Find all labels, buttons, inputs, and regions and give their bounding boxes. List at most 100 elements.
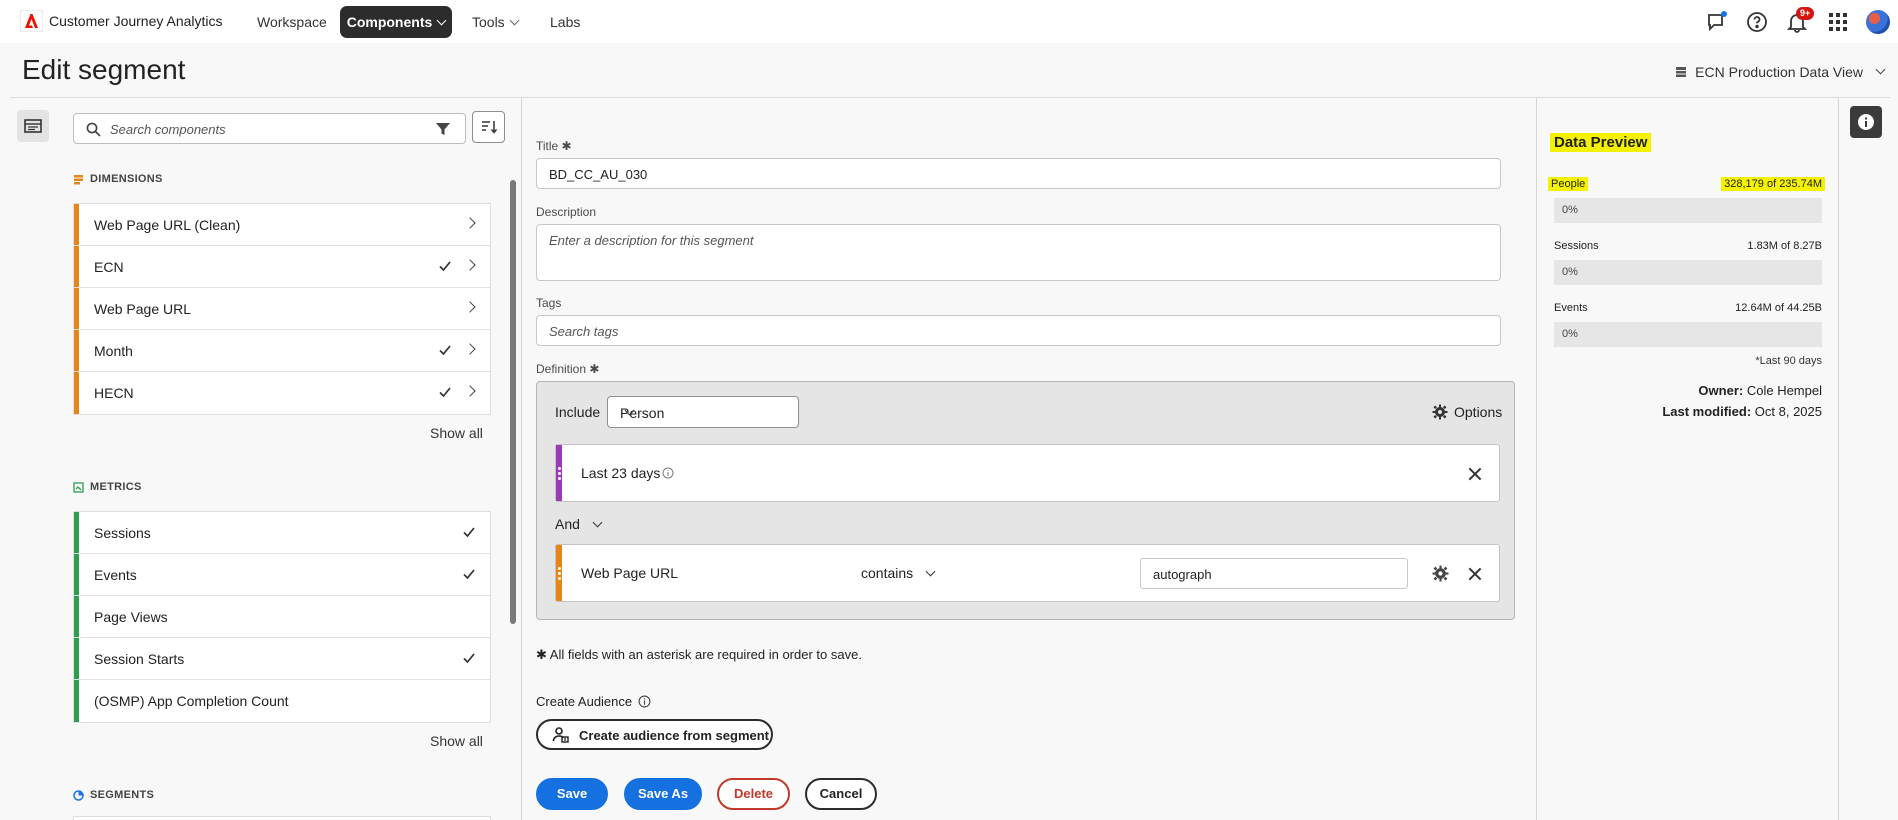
list-item[interactable]: (OSMP) App Completion Count <box>74 680 490 722</box>
rule-dimension: Web Page URL <box>581 565 679 581</box>
segments-heading-text: SEGMENTS <box>90 789 155 801</box>
rule-value: autograph <box>1153 567 1212 582</box>
segment-icon <box>73 789 84 801</box>
nav-tools-label: Tools <box>472 14 505 30</box>
metric-bar-sessions: 0% <box>1554 260 1822 285</box>
metric-label-people: People <box>1548 177 1589 191</box>
data-view-selector[interactable]: ECN Production Data View <box>1675 64 1886 80</box>
metric-percent: 0% <box>1562 328 1578 340</box>
info-icon[interactable] <box>662 467 674 479</box>
and-operator-label: And <box>555 516 580 532</box>
chevron-right-icon[interactable] <box>464 217 476 229</box>
metric-value-events: 12.64M of 44.25B <box>1735 302 1822 314</box>
list-item-label: Month <box>94 343 133 359</box>
gear-icon <box>1432 404 1448 420</box>
search-placeholder: Search components <box>110 122 226 137</box>
drag-handle[interactable] <box>556 445 562 501</box>
list-item[interactable]: ECN <box>74 246 490 288</box>
panel-divider <box>1838 98 1839 820</box>
metric-value-people: 328,179 of 235.74M <box>1721 177 1825 191</box>
metrics-list: Sessions Events Page Views Session Start… <box>73 511 491 723</box>
delete-button[interactable]: Delete <box>717 778 790 810</box>
gear-icon[interactable] <box>1432 565 1449 582</box>
metrics-show-all[interactable]: Show all <box>430 733 483 749</box>
list-item-label: Sessions <box>94 525 151 541</box>
metric-color-bar <box>74 596 79 637</box>
list-item[interactable]: HECN <box>74 372 490 414</box>
sort-button[interactable] <box>472 111 505 143</box>
user-avatar[interactable] <box>1866 10 1890 34</box>
cancel-button[interactable]: Cancel <box>805 778 877 810</box>
metric-label-sessions: Sessions <box>1554 240 1599 252</box>
dimensions-show-all[interactable]: Show all <box>430 425 483 441</box>
date-range-rule[interactable]: Last 23 days <box>555 444 1500 502</box>
metrics-heading: METRICS <box>73 481 142 493</box>
metric-color-bar <box>74 638 79 679</box>
info-icon <box>1858 114 1874 130</box>
options-button[interactable]: Options <box>1432 404 1502 420</box>
title-value: BD_CC_AU_030 <box>549 167 648 182</box>
save-as-button[interactable]: Save As <box>624 778 702 810</box>
app-name[interactable]: Customer Journey Analytics <box>49 13 223 29</box>
save-button[interactable]: Save <box>536 778 608 810</box>
panel-divider <box>1536 98 1537 820</box>
description-textarea[interactable]: Enter a description for this segment <box>536 224 1501 281</box>
create-audience-button[interactable]: Create audience from segment <box>536 719 773 750</box>
owner-label: Owner: <box>1698 383 1744 398</box>
nav-labs[interactable]: Labs <box>538 6 592 38</box>
list-item[interactable]: Web Page URL (Clean) <box>74 204 490 246</box>
left-panel-scrollbar[interactable] <box>510 180 516 624</box>
info-panel-toggle[interactable] <box>1850 106 1882 138</box>
sort-icon <box>482 121 498 134</box>
checkmark-icon <box>439 345 451 356</box>
dimension-color-bar <box>74 372 79 414</box>
components-panel-toggle[interactable] <box>17 110 49 142</box>
rule-value-input[interactable]: autograph <box>1140 558 1408 589</box>
metric-percent: 0% <box>1562 266 1578 278</box>
create-audience-label: Create Audience <box>536 694 651 709</box>
chevron-right-icon[interactable] <box>464 385 476 397</box>
segments-heading: SEGMENTS <box>73 789 154 801</box>
dimensions-heading-text: DIMENSIONS <box>90 173 163 185</box>
list-item[interactable]: Session Starts <box>74 638 490 680</box>
feedback-icon[interactable] <box>1705 10 1729 34</box>
list-item-label: HECN <box>94 385 134 401</box>
drag-handle[interactable] <box>556 545 562 601</box>
metric-color-bar <box>74 554 79 595</box>
description-label: Description <box>536 205 597 219</box>
checkmark-icon <box>439 387 451 398</box>
chevron-right-icon[interactable] <box>464 259 476 271</box>
list-item[interactable]: Web Page URL <box>74 288 490 330</box>
close-icon[interactable] <box>1468 467 1482 481</box>
nav-components[interactable]: Components <box>340 6 452 38</box>
adobe-logo-icon[interactable] <box>20 10 43 32</box>
info-icon[interactable] <box>638 695 651 708</box>
help-icon[interactable] <box>1745 10 1769 34</box>
nav-tools[interactable]: Tools <box>460 6 530 38</box>
nav-workspace[interactable]: Workspace <box>245 6 339 38</box>
close-icon[interactable] <box>1468 567 1482 581</box>
list-item[interactable]: Sessions <box>74 512 490 554</box>
apps-grid-icon[interactable] <box>1826 10 1850 34</box>
checkmark-icon <box>463 653 475 664</box>
chevron-right-icon[interactable] <box>464 301 476 313</box>
include-scope-select[interactable]: Person <box>607 396 799 428</box>
list-item[interactable]: Page Views <box>74 596 490 638</box>
title-input[interactable]: BD_CC_AU_030 <box>536 158 1501 189</box>
list-item[interactable]: Events <box>74 554 490 596</box>
tags-placeholder: Search tags <box>549 324 619 339</box>
tags-input[interactable]: Search tags <box>536 315 1501 346</box>
create-audience-text: Create Audience <box>536 694 633 709</box>
list-item-label: Web Page URL <box>94 301 192 317</box>
list-item[interactable]: Month <box>74 330 490 372</box>
component-search[interactable]: Search components <box>73 113 466 144</box>
data-view-name: ECN Production Data View <box>1695 64 1863 80</box>
filter-icon[interactable] <box>435 121 451 137</box>
date-range-footnote: *Last 90 days <box>1755 355 1822 367</box>
chevron-right-icon[interactable] <box>464 343 476 355</box>
list-item-label: Web Page URL (Clean) <box>94 217 241 233</box>
description-placeholder: Enter a description for this segment <box>549 233 754 248</box>
metric-bar-events: 0% <box>1554 322 1822 347</box>
operator-select[interactable]: contains <box>861 565 936 581</box>
and-operator-select[interactable]: And <box>555 516 603 532</box>
